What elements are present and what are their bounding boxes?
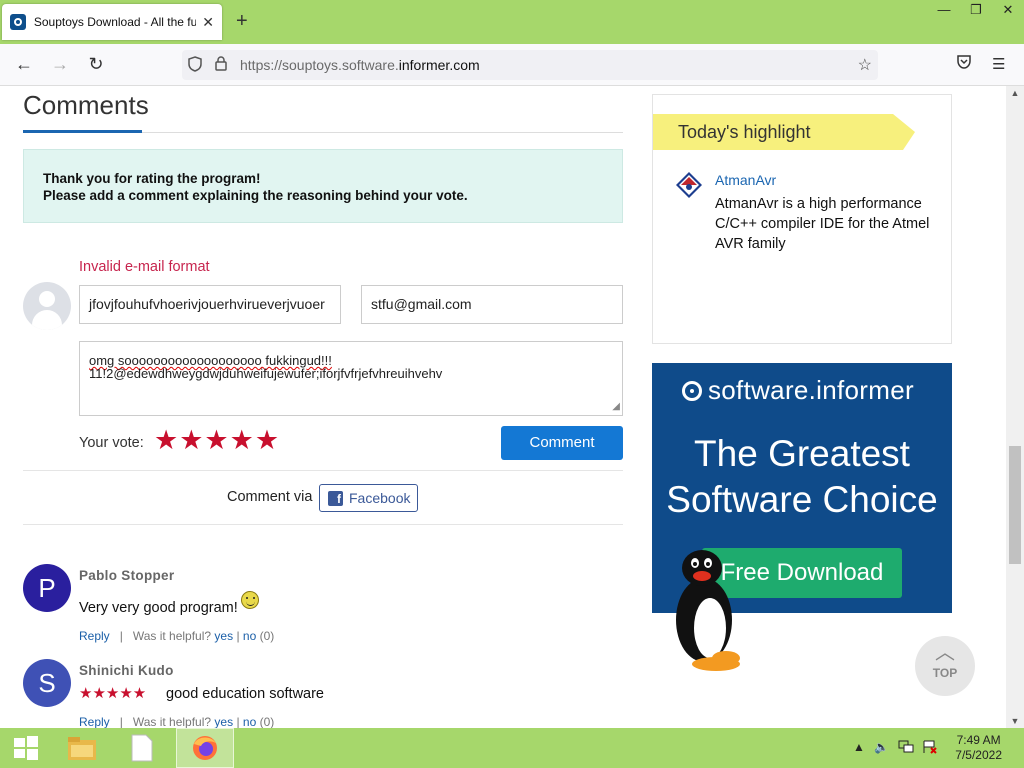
atmanavr-app-icon[interactable]	[675, 171, 703, 199]
notification-flag-icon[interactable]	[922, 740, 938, 757]
facebook-icon: f	[328, 490, 343, 506]
clock-time: 7:49 AM	[956, 733, 1001, 747]
browser-tab[interactable]: Souptoys Download - All the fu ✕	[2, 4, 222, 40]
helpful-label: Was it helpful?	[132, 629, 212, 643]
email-input[interactable]: stfu@gmail.com	[361, 285, 623, 324]
system-clock[interactable]: 7:49 AM 7/5/2022	[955, 733, 1002, 763]
divider	[23, 470, 623, 471]
app-name-link[interactable]: AtmanAvr	[715, 172, 776, 188]
app-description: AtmanAvr is a high performance C/C++ com…	[715, 196, 930, 252]
smiley-icon	[241, 591, 259, 609]
notice-line-2: Please add a comment explaining the reas…	[43, 188, 468, 203]
site-favicon-icon	[10, 14, 26, 30]
blank-document-icon[interactable]	[116, 728, 168, 768]
user-avatar-icon	[23, 282, 71, 330]
divider	[23, 524, 623, 525]
comment-text-line-2: 11!2@edewdhweygdwjduhweifujewufer;iforjf…	[89, 366, 443, 381]
network-icon[interactable]	[898, 740, 914, 757]
todays-highlight-box: Today's highlight AtmanAvr AtmanAvr is a…	[652, 94, 952, 344]
scrollbar-thumb[interactable]	[1009, 446, 1021, 564]
tray-expand-icon[interactable]: ▲	[853, 740, 865, 754]
comment-meta: Reply | Was it helpful? yes | no (0)	[79, 715, 275, 728]
forward-arrow-icon[interactable]: →	[48, 54, 72, 75]
scroll-down-arrow-icon[interactable]: ▼	[1006, 716, 1024, 726]
tab-title: Souptoys Download - All the fu	[33, 15, 197, 29]
reply-link[interactable]: Reply	[79, 715, 110, 728]
minimize-button[interactable]: —	[928, 0, 960, 22]
volume-icon[interactable]: 🔈	[874, 740, 889, 754]
helpful-no-link[interactable]: no	[243, 629, 256, 643]
close-window-button[interactable]: ✕	[992, 0, 1024, 22]
url-text: https://souptoys.software.informer.com	[240, 57, 480, 73]
reply-link[interactable]: Reply	[79, 629, 110, 643]
shield-icon[interactable]	[182, 55, 208, 75]
maximize-button[interactable]: ❐	[960, 0, 992, 22]
comment-submit-button[interactable]: Comment	[501, 426, 623, 460]
page-content: Comments Thank you for rating the progra…	[0, 86, 1006, 728]
vote-label: Your vote:	[79, 435, 144, 451]
commenter-avatar: P	[23, 564, 71, 612]
helpful-count: (0)	[259, 629, 275, 643]
comment-text: Very very good program!	[79, 600, 238, 616]
facebook-button[interactable]: f Facebook	[319, 484, 418, 512]
helpful-label: Was it helpful?	[132, 715, 212, 728]
comment-textarea[interactable]: omg sooooooooooooooooooo fukkingud!!! 11…	[79, 341, 623, 416]
commenter-name: Pablo Stopper	[79, 568, 175, 583]
ad-headline-line-2: Software Choice	[666, 479, 938, 520]
taskbar: ▲ 🔈 7:49 AM 7/5/2022	[0, 728, 1024, 768]
file-explorer-icon[interactable]	[56, 728, 108, 768]
new-tab-button[interactable]: +	[236, 10, 248, 33]
commenter-avatar: S	[23, 659, 71, 707]
menu-icon[interactable]: ☰	[992, 55, 1005, 73]
start-windows-icon[interactable]	[0, 728, 52, 768]
ad-logo: software.informer	[682, 375, 914, 406]
back-arrow-icon[interactable]: ←	[12, 54, 36, 75]
clock-date: 7/5/2022	[955, 748, 1002, 762]
vertical-scrollbar[interactable]: ▲ ▼	[1006, 86, 1024, 728]
email-error-message: Invalid e-mail format	[79, 259, 210, 275]
search-logo-icon	[682, 380, 702, 401]
notice-line-1: Thank you for rating the program!	[43, 171, 261, 186]
lock-icon[interactable]	[208, 56, 234, 74]
tab-bar: Souptoys Download - All the fu ✕ + — ❐ ✕	[0, 0, 1024, 44]
top-label: TOP	[932, 666, 958, 680]
helpful-count: (0)	[259, 715, 275, 728]
ad-headline: The Greatest Software Choice	[652, 431, 952, 523]
comment-text: good education software	[166, 686, 324, 702]
heading-underline	[23, 130, 142, 133]
reload-icon[interactable]: ↻	[84, 54, 108, 75]
firefox-taskbar-icon[interactable]	[176, 728, 234, 768]
highlight-title: Today's highlight	[653, 114, 915, 150]
helpful-yes-link[interactable]: yes	[214, 715, 233, 728]
bookmark-star-icon[interactable]: ☆	[858, 55, 872, 75]
ad-headline-line-1: The Greatest	[694, 433, 910, 474]
navigation-bar: ← → ↻ https://souptoys.software.informer…	[0, 44, 1024, 86]
window-controls: — ❐ ✕	[928, 0, 1024, 22]
scroll-up-arrow-icon[interactable]: ▲	[1006, 88, 1024, 98]
address-bar[interactable]: https://souptoys.software.informer.com ☆	[182, 50, 878, 80]
comments-heading: Comments	[23, 90, 149, 120]
name-input[interactable]: jfovjfouhufvhoerivjouerhvirueverjvuoer	[79, 285, 341, 324]
helpful-yes-link[interactable]: yes	[214, 629, 233, 643]
scroll-to-top-button[interactable]: ︿ TOP	[915, 636, 975, 696]
rating-notice: Thank you for rating the program! Please…	[23, 149, 623, 223]
chevron-up-icon: ︿	[935, 642, 955, 664]
vote-stars[interactable]: ★★★★★	[154, 425, 280, 456]
penguin-mascot-icon[interactable]	[670, 548, 746, 674]
helpful-no-link[interactable]: no	[243, 715, 256, 728]
comment-meta: Reply | Was it helpful? yes | no (0)	[79, 629, 275, 643]
commenter-name: Shinichi Kudo	[79, 663, 174, 678]
ad-logo-text: software.informer	[708, 375, 914, 405]
pocket-icon[interactable]	[956, 55, 972, 74]
resize-grip-icon[interactable]: ◢	[612, 400, 620, 413]
tab-close-icon[interactable]: ✕	[202, 14, 214, 31]
comment-rating-stars: ★★★★★	[79, 685, 147, 702]
comment-via-label: Comment via	[227, 489, 313, 505]
facebook-label: Facebook	[349, 490, 411, 506]
